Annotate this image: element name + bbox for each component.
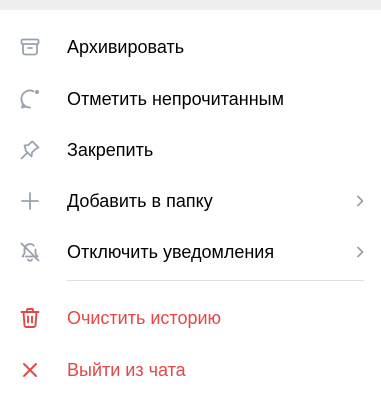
menu-item-mute-notifications[interactable]: Отключить уведомления [0,229,381,275]
close-icon [18,358,42,382]
menu-item-clear-history[interactable]: Очистить историю [0,295,381,341]
menu-divider [67,280,364,281]
menu-item-label: Отключить уведомления [67,242,275,262]
menu-item-leave-chat[interactable]: Выйти из чата [0,347,381,393]
trash-icon [18,306,42,330]
chevron-right-icon [352,244,368,260]
archive-icon [18,35,42,59]
menu-item-label: Архивировать [67,37,185,57]
chevron-right-icon [352,193,368,209]
menu-item-label: Выйти из чата [67,360,186,380]
menu-item-archive[interactable]: Архивировать [0,24,381,70]
menu-item-label: Закрепить [67,140,154,160]
pin-icon [18,138,42,162]
chat-context-menu: Архивировать Отметить непрочитанным Закр… [0,10,381,394]
menu-item-pin[interactable]: Закрепить [0,127,381,173]
menu-item-label: Отметить непрочитанным [67,89,284,109]
menu-item-label: Очистить историю [67,308,222,328]
menu-item-label: Добавить в папку [67,191,213,211]
bell-off-icon [18,240,42,264]
chat-unread-icon [18,87,42,111]
menu-item-add-to-folder[interactable]: Добавить в папку [0,178,381,224]
plus-icon [18,189,42,213]
top-strip [0,0,381,10]
menu-item-mark-unread[interactable]: Отметить непрочитанным [0,76,381,122]
